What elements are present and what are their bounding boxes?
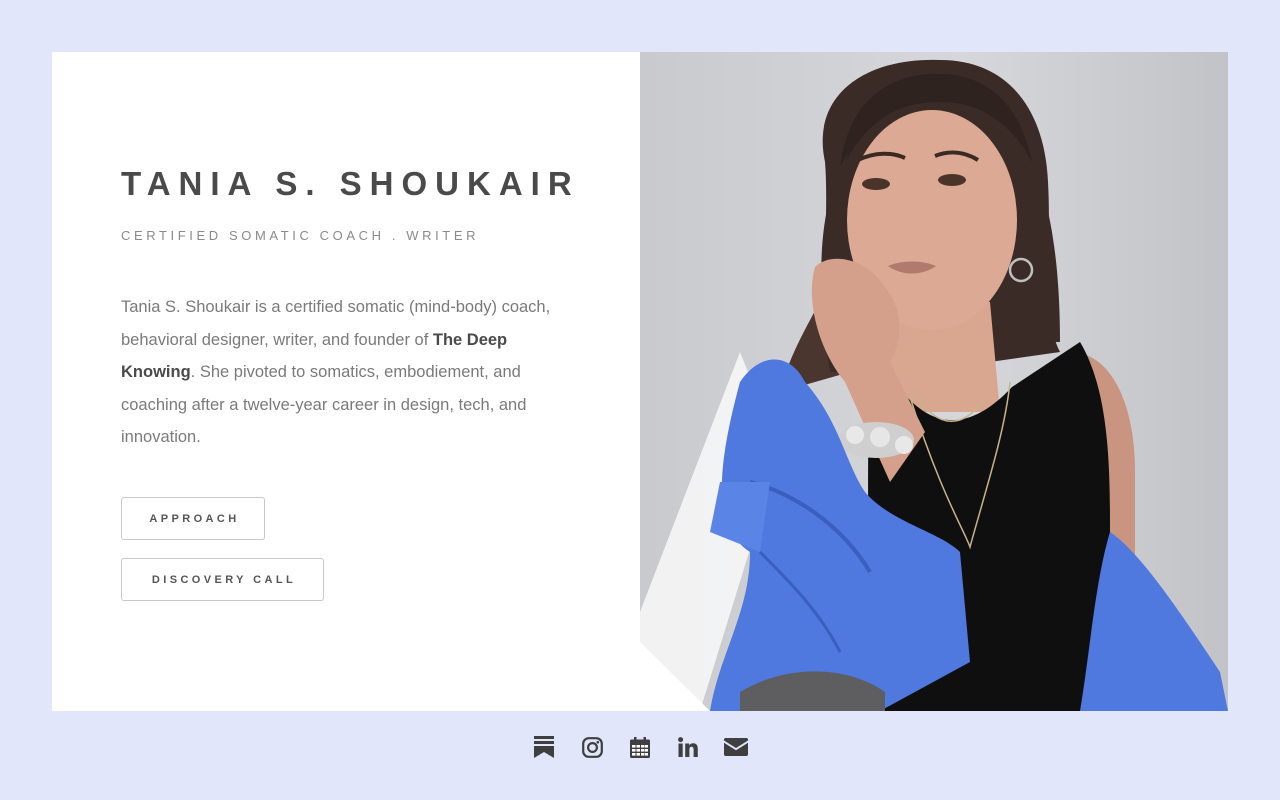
page-subtitle: CERTIFIED SOMATIC COACH . WRITER: [121, 228, 480, 243]
page-title: TANIA S. SHOUKAIR: [121, 165, 580, 202]
intro-panel: TANIA S. SHOUKAIR CERTIFIED SOMATIC COAC…: [52, 52, 640, 711]
linkedin-icon[interactable]: [676, 735, 700, 759]
portrait-illustration: [640, 59, 1228, 711]
social-links: [0, 735, 1280, 759]
portrait-photo: [640, 52, 1228, 711]
bio-text: Tania S. Shoukair is a certified somatic…: [121, 291, 561, 454]
instagram-icon[interactable]: [580, 735, 604, 759]
email-icon[interactable]: [724, 735, 748, 759]
calendar-icon[interactable]: [628, 735, 652, 759]
substack-icon[interactable]: [532, 735, 556, 759]
hero-card: TANIA S. SHOUKAIR CERTIFIED SOMATIC COAC…: [52, 52, 1228, 711]
approach-button[interactable]: APPROACH: [121, 497, 265, 540]
discovery-call-button[interactable]: DISCOVERY CALL: [121, 558, 324, 601]
